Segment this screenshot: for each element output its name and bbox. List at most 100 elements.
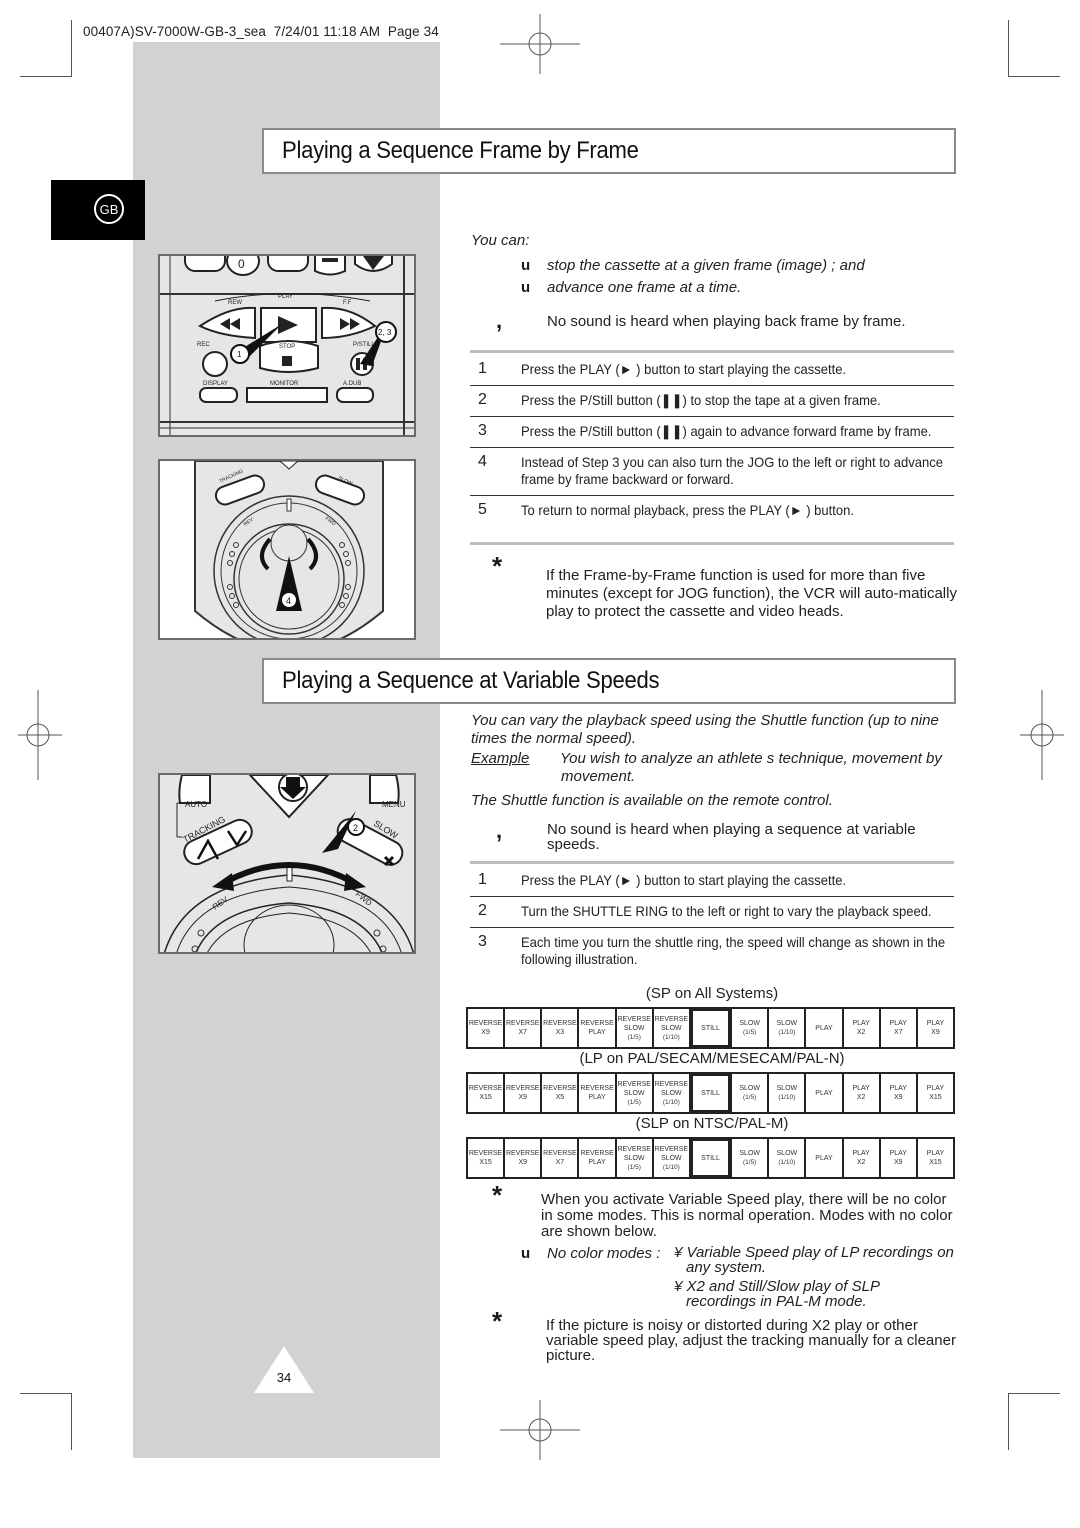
remote-button-icon [184,256,226,272]
speed-mode-label: (1/5) [627,1098,641,1106]
speed-mode-label: REVERSE [580,1085,614,1092]
divider [470,542,954,545]
note-marker: , [496,818,503,843]
speed-mode-label: REVERSE [580,1020,614,1027]
speed-mode-label: SLOW [661,1089,682,1097]
svg-text:MENU: MENU [382,800,406,809]
speed-mode-label: STILL [701,1154,720,1162]
section2-intro: You can vary the playback speed using th… [471,712,939,747]
speed-mode-label: PLAY [815,1024,833,1032]
speed-mode-cell: STILL [690,1139,731,1177]
speed-mode-label: (1/10) [778,1094,796,1101]
svg-text:0: 0 [238,257,245,271]
jog-dial-drawing: 4 TRACKING SLOW REV FWD [194,461,384,638]
language-tab-label: GB [94,194,124,224]
section1-note: No sound is heard when playing back fram… [547,313,906,330]
speed-mode-label: X9 [894,1159,903,1166]
no-color-item: ¥ Variable Speed play of LP recordings o… [674,1244,954,1276]
svg-text:A.DUB: A.DUB [343,381,361,387]
speed-mode-label: (1/10) [662,1163,680,1171]
speed-mode-label: (1/5) [742,1029,757,1036]
step-item: 1 Press the PLAY (► ) button to start pla… [470,866,954,897]
speed-mode-cell: REVERSE SLOW (1/10) [653,1074,689,1112]
speed-mode-cell: REVERSE PLAY [579,1009,615,1047]
speed-mode-cell: PLAY X15 [917,1139,954,1177]
speed-mode-label: SLOW [661,1024,682,1032]
print-slug: 00407A)SV-7000W-GB-3_sea 7/24/01 11:18 A… [83,24,439,39]
svg-text:MONITOR: MONITOR [270,381,299,387]
speed-mode-label: X7 [555,1159,565,1166]
crop-mark [1008,76,1060,77]
registration-mark-left [18,690,62,780]
speed-mode-label: SLOW [661,1154,682,1162]
note-marker: , [496,308,503,333]
svg-text:FWD: FWD [354,889,374,907]
speed-mode-label: REVERSE [506,1085,540,1092]
remote-transport-illustration: REW PLAY F.F REC STOP P/STILL DISPLAY MO… [158,254,416,437]
section1-title: Playing a Sequence Frame by Frame [262,128,956,174]
speed-mode-label: X2 [856,1094,866,1101]
speed-mode-label: (1/5) [627,1033,641,1041]
example-label: Example [471,750,530,767]
speed-mode-cell: REVERSE X7 [542,1139,578,1177]
speed-mode-label: X7 [894,1029,903,1036]
speed-mode-label: REVERSE [654,1015,689,1023]
speed-mode-label: PLAY [889,1020,907,1027]
section1-warning: If the Frame-by-Frame function is used f… [546,567,957,620]
speed-mode-label: SLOW [776,1150,798,1157]
crop-mark [1008,1393,1009,1450]
speed-mode-label: PLAY [926,1085,945,1092]
speed-mode-label: PLAY [852,1085,870,1092]
svg-text:1: 1 [237,350,242,359]
speed-mode-cell: REVERSE SLOW (1/10) [653,1009,689,1047]
speed-mode-label: (1/5) [742,1159,757,1166]
svg-text:DISPLAY: DISPLAY [203,381,228,387]
speed-mode-label: REVERSE [617,1015,651,1023]
speed-mode-cell: REVERSE X3 [542,1009,578,1047]
speed-mode-cell: SLOW (1/10) [769,1074,805,1112]
speed-mode-label: PLAY [588,1159,606,1166]
section2-steps: 1 Press the PLAY (► ) button to start pla… [470,866,954,975]
speed-mode-label: (1/10) [662,1033,680,1041]
speed-mode-label: STILL [701,1024,720,1032]
speed-mode-label: X15 [479,1159,492,1166]
speed-mode-label: X9 [931,1029,940,1036]
speed-table-caption: (SLP on NTSC/PAL-M) [635,1115,789,1132]
speed-mode-cell: PLAY X15 [917,1074,954,1112]
speed-mode-cell: REVERSE PLAY [579,1139,615,1177]
crop-mark [1008,20,1009,77]
warning-marker: * [492,551,503,581]
divider [470,861,954,864]
speed-mode-label: X9 [518,1159,528,1166]
speed-mode-cell: PLAY [806,1139,842,1177]
speed-mode-cell: PLAY X9 [917,1009,954,1047]
no-color-item: ¥ X2 and Still/Slow play of SLP recordin… [674,1278,880,1310]
speed-mode-cell: REVERSE X7 [505,1009,541,1047]
speed-mode-label: PLAY [926,1150,945,1157]
speed-mode-label: X9 [481,1029,490,1036]
section2-warning1: When you activate Variable Speed play, t… [541,1191,953,1240]
remote-button-icon [267,256,309,272]
speed-mode-label: (1/10) [778,1029,796,1036]
bullet-marker: u [521,279,531,296]
registration-mark-top [500,14,580,74]
crop-mark [71,1393,72,1450]
language-tab: GB [51,180,145,240]
crop-mark [20,76,72,77]
speed-mode-label: REVERSE [654,1080,689,1088]
speed-mode-label: REVERSE [468,1150,503,1157]
speed-mode-label: PLAY [852,1020,870,1027]
svg-text:4: 4 [286,596,291,606]
speed-mode-cell: REVERSE X5 [542,1074,578,1112]
speed-mode-label: X7 [518,1029,528,1036]
speed-table-caption: (LP on PAL/SECAM/MESECAM/PAL-N) [579,1050,845,1067]
speed-mode-label: SLOW [623,1154,645,1162]
speed-mode-label: REVERSE [617,1080,651,1088]
step-item: 2 Turn the SHUTTLE RING to the left or ri… [470,897,954,928]
crop-mark [71,20,72,77]
display-button-icon [199,387,238,403]
ff-button-icon [321,306,377,340]
svg-text:STOP: STOP [279,344,295,350]
speed-mode-label: SLOW [739,1020,760,1027]
section2-title: Playing a Sequence at Variable Speeds [262,658,956,704]
